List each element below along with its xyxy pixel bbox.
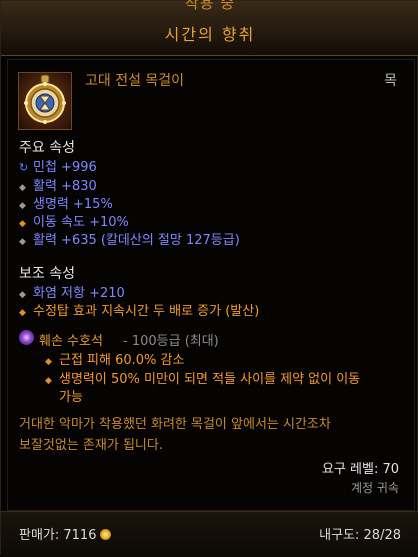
gem-icon xyxy=(19,330,34,345)
flavor-line: 보잘것없는 존재가 됩니다. xyxy=(19,438,163,453)
secondary-stat-fire-resist: ◆ 화염 저항 +210 xyxy=(19,282,125,301)
primary-stat-movespeed: ◆ 이동 속도 +10% xyxy=(19,211,129,230)
item-slot: 목 xyxy=(384,73,397,89)
diamond-bullet-icon: ◆ xyxy=(19,290,26,300)
stat-text: 이동 속도 +10% xyxy=(33,215,129,230)
sell-price-text: 판매가: 7116 xyxy=(19,528,97,543)
gold-coin-icon xyxy=(100,529,112,540)
item-title: 시간의 향취 xyxy=(164,25,256,44)
secondary-stat-pylon: ◆ 수정탑 효과 지속시간 두 배로 증가 (발산) xyxy=(19,300,259,319)
primary-stat-life: ◆ 생명력 +15% xyxy=(19,193,113,212)
gem-rank: - 100등급 (최대) xyxy=(123,334,219,349)
gem-effect-text: 근접 피해 60.0% 감소 xyxy=(59,353,185,368)
diamond-bullet-icon: ◆ xyxy=(19,183,26,193)
gem-effect-text: 생명력이 50% 미만이 되면 적들 사이를 제약 없이 이동 xyxy=(59,372,361,387)
primary-stat-dexterity: ↻ 민첩 +996 xyxy=(19,156,97,175)
required-level: 요구 레벨: 70 xyxy=(321,462,399,477)
diamond-bullet-icon: ◆ xyxy=(19,308,26,318)
secondary-stats-title: 보조 속성 xyxy=(19,266,75,282)
stat-text: 생명력 +15% xyxy=(33,197,113,212)
diamond-bullet-icon: ◆ xyxy=(45,357,52,367)
tooltip-footer: 판매가: 7116 내구도: 28/28 xyxy=(1,511,418,557)
account-bound: 계정 귀속 xyxy=(351,481,399,495)
stat-text: 수정탑 효과 지속시간 두 배로 증가 (발산) xyxy=(33,304,260,319)
item-type-name: 고대 전설 목걸이 xyxy=(85,73,185,89)
diamond-bullet-icon: ◆ xyxy=(19,219,26,229)
equipped-label: 착용 중 xyxy=(184,0,236,12)
primary-stats-title: 주요 속성 xyxy=(19,140,75,156)
diamond-bullet-icon: ◆ xyxy=(19,237,26,247)
diamond-bullet-icon: ◆ xyxy=(45,376,52,386)
flavor-text: 거대한 악마가 착용했던 화려한 목걸이 앞에서는 시간조차 보잘것없는 존재가… xyxy=(19,414,399,456)
gem-effect-continued: 가능 xyxy=(59,390,83,405)
stat-text: 활력 +830 xyxy=(33,179,97,194)
stat-text: 활력 +635 (칼데산의 절망 127등급) xyxy=(33,233,240,248)
diamond-bullet-icon: ◆ xyxy=(19,201,26,211)
gem-effect: ◆ 근접 피해 60.0% 감소 xyxy=(45,349,184,368)
gem-name: 훼손 수호석 xyxy=(39,334,103,349)
stat-text: 민첩 +996 xyxy=(33,160,97,175)
sell-price: 판매가: 7116 xyxy=(19,524,112,543)
durability: 내구도: 28/28 xyxy=(319,528,401,543)
amulet-icon xyxy=(18,72,72,130)
primary-stat-vitality: ◆ 활력 +830 xyxy=(19,175,97,194)
item-tooltip: 착용 중 시간의 향취 고대 전설 목걸이 목 주요 속성 ↻ 민첩 +996 ◆… xyxy=(0,0,418,557)
stat-text: 화염 저항 +210 xyxy=(33,286,125,301)
primary-stat-augment: ◆ 활력 +635 (칼데산의 절망 127등급) xyxy=(19,229,240,248)
gem-effect: ◆ 생명력이 50% 미만이 되면 적들 사이를 제약 없이 이동 xyxy=(45,368,360,387)
reroll-icon: ↻ xyxy=(19,161,29,174)
flavor-line: 거대한 악마가 착용했던 화려한 목걸이 앞에서는 시간조차 xyxy=(19,417,331,432)
tooltip-header: 착용 중 시간의 향취 xyxy=(1,0,418,56)
